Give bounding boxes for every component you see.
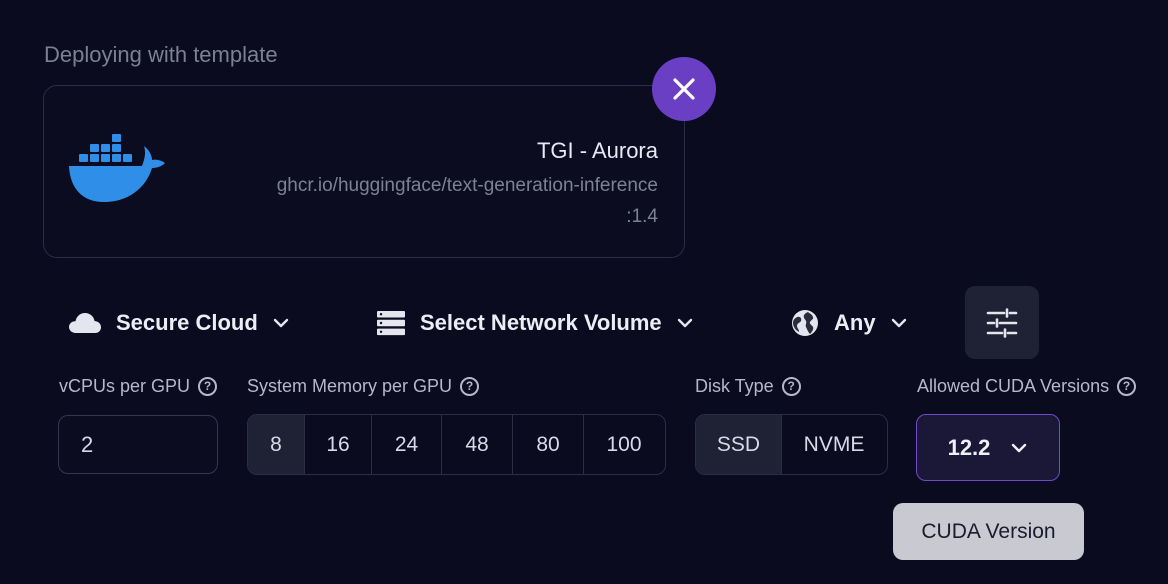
chevron-down-icon (677, 318, 692, 328)
memory-option[interactable]: 16 (305, 415, 372, 474)
close-icon (673, 78, 695, 100)
help-icon[interactable]: ? (460, 377, 480, 396)
template-image-path: ghcr.io/huggingface/text-generation-infe… (276, 175, 658, 196)
sliders-icon (986, 307, 1018, 338)
help-icon[interactable]: ? (781, 377, 801, 396)
memory-label: System Memory per GPU (247, 376, 453, 396)
template-card[interactable]: TGI - Aurora ghcr.io/huggingface/text-ge… (43, 85, 685, 258)
template-name: TGI - Aurora (536, 138, 658, 163)
globe-icon (792, 310, 818, 336)
cloud-icon (69, 313, 101, 333)
cuda-version-dropdown[interactable]: 12.2 (916, 414, 1060, 481)
disk-label-row: Disk Type ? (695, 376, 801, 397)
help-icon[interactable]: ? (1117, 377, 1137, 396)
network-volume-dropdown[interactable]: Select Network Volume (376, 300, 694, 346)
help-icon[interactable]: ? (198, 377, 218, 396)
cloud-type-dropdown[interactable]: Secure Cloud (68, 300, 290, 346)
template-image-tag: :1.4 (626, 206, 658, 227)
vcpus-input[interactable] (58, 415, 218, 474)
cuda-version-value: 12.2 (947, 434, 991, 460)
disk-option[interactable]: NVME (782, 415, 886, 474)
vcpus-label-row: vCPUs per GPU ? (59, 376, 218, 397)
chevron-down-icon (273, 318, 289, 328)
region-dropdown[interactable]: Any (790, 300, 908, 346)
memory-option[interactable]: 8 (248, 415, 305, 474)
vcpus-label: vCPUs per GPU (59, 376, 191, 396)
chevron-down-icon (891, 318, 906, 328)
section-label: Deploying with template (44, 42, 278, 67)
docker-icon (69, 134, 165, 202)
network-volume-label: Select Network Volume (420, 310, 662, 335)
remove-template-button[interactable] (652, 57, 716, 121)
region-label: Any (834, 310, 876, 335)
memory-option[interactable]: 48 (442, 415, 513, 474)
template-image: ghcr.io/huggingface/text-generation-infe… (198, 170, 658, 232)
cloud-type-label: Secure Cloud (116, 310, 258, 335)
advanced-filters-button[interactable] (965, 286, 1039, 359)
deploy-config-panel: Deploying with template TGI - Aurora ghc… (0, 0, 1168, 584)
server-icon (377, 311, 405, 336)
memory-segmented-control: 8 16 24 48 80 100 (247, 414, 666, 475)
cuda-label-row: Allowed CUDA Versions ? (917, 376, 1137, 397)
memory-option[interactable]: 100 (584, 415, 664, 474)
cuda-label: Allowed CUDA Versions (917, 376, 1110, 396)
memory-label-row: System Memory per GPU ? (247, 376, 480, 397)
disk-type-segmented-control: SSD NVME (695, 414, 888, 475)
disk-option[interactable]: SSD (696, 415, 782, 474)
disk-label: Disk Type (695, 376, 774, 396)
memory-option[interactable]: 80 (513, 415, 584, 474)
cuda-version-tooltip: CUDA Version (893, 503, 1084, 560)
memory-option[interactable]: 24 (372, 415, 442, 474)
chevron-down-icon (1012, 443, 1027, 452)
